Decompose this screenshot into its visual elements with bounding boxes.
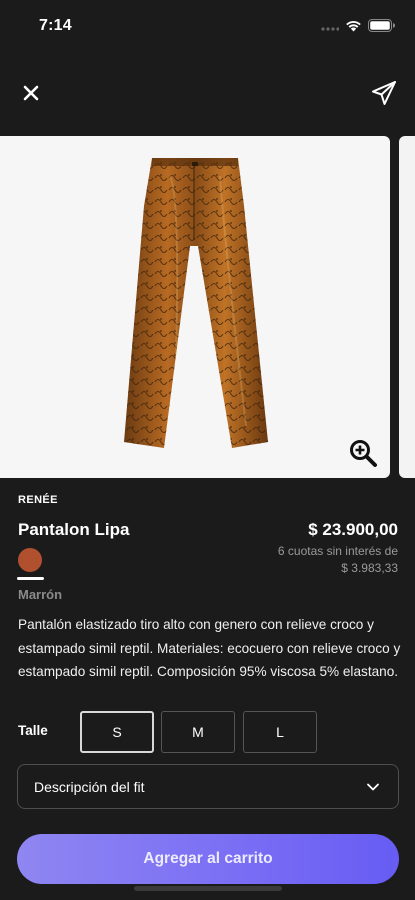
send-icon	[372, 81, 396, 105]
top-bar	[0, 68, 415, 118]
product-description: Pantalón elastizado tiro alto con genero…	[18, 617, 401, 679]
status-bar: 7:14	[0, 0, 415, 54]
close-button[interactable]	[16, 78, 46, 108]
installments-text: 6 cuotas sin interés de	[277, 544, 398, 558]
size-option-l[interactable]: L	[243, 711, 317, 753]
product-title: Pantalon Lipa	[18, 520, 130, 539]
size-label: Talle	[18, 723, 48, 738]
size-option-m[interactable]: M	[161, 711, 235, 753]
signal-icon	[321, 26, 339, 31]
next-image-preview[interactable]	[399, 136, 415, 478]
installments-amount: $ 3.983,33	[341, 561, 398, 575]
installments-info: 6 cuotas sin interés de $ 3.983,33	[198, 543, 398, 577]
wifi-icon	[346, 21, 361, 32]
brand-name: RENÉE	[18, 494, 58, 506]
color-name: Marrón	[18, 587, 63, 602]
color-swatch-marron[interactable]	[18, 548, 42, 572]
close-icon	[23, 85, 39, 101]
zoom-in-icon	[350, 440, 377, 467]
selected-swatch-indicator	[17, 577, 44, 580]
add-to-cart-button[interactable]: Agregar al carrito	[17, 834, 399, 884]
status-time: 7:14	[39, 17, 72, 34]
product-price: $ 23.900,00	[308, 520, 398, 539]
battery-icon	[368, 19, 395, 32]
product-image-gallery[interactable]	[0, 136, 415, 478]
fit-dropdown-label: Descripción del fit	[34, 778, 145, 795]
pants-illustration	[124, 158, 268, 448]
fit-description-dropdown[interactable]: Descripción del fit	[17, 764, 399, 809]
chevron-down-icon	[367, 783, 379, 791]
zoom-button[interactable]	[348, 438, 378, 468]
product-image[interactable]	[0, 136, 390, 478]
share-button[interactable]	[367, 76, 401, 110]
status-icons	[321, 19, 395, 32]
home-indicator	[134, 886, 282, 891]
size-option-s[interactable]: S	[80, 711, 154, 753]
